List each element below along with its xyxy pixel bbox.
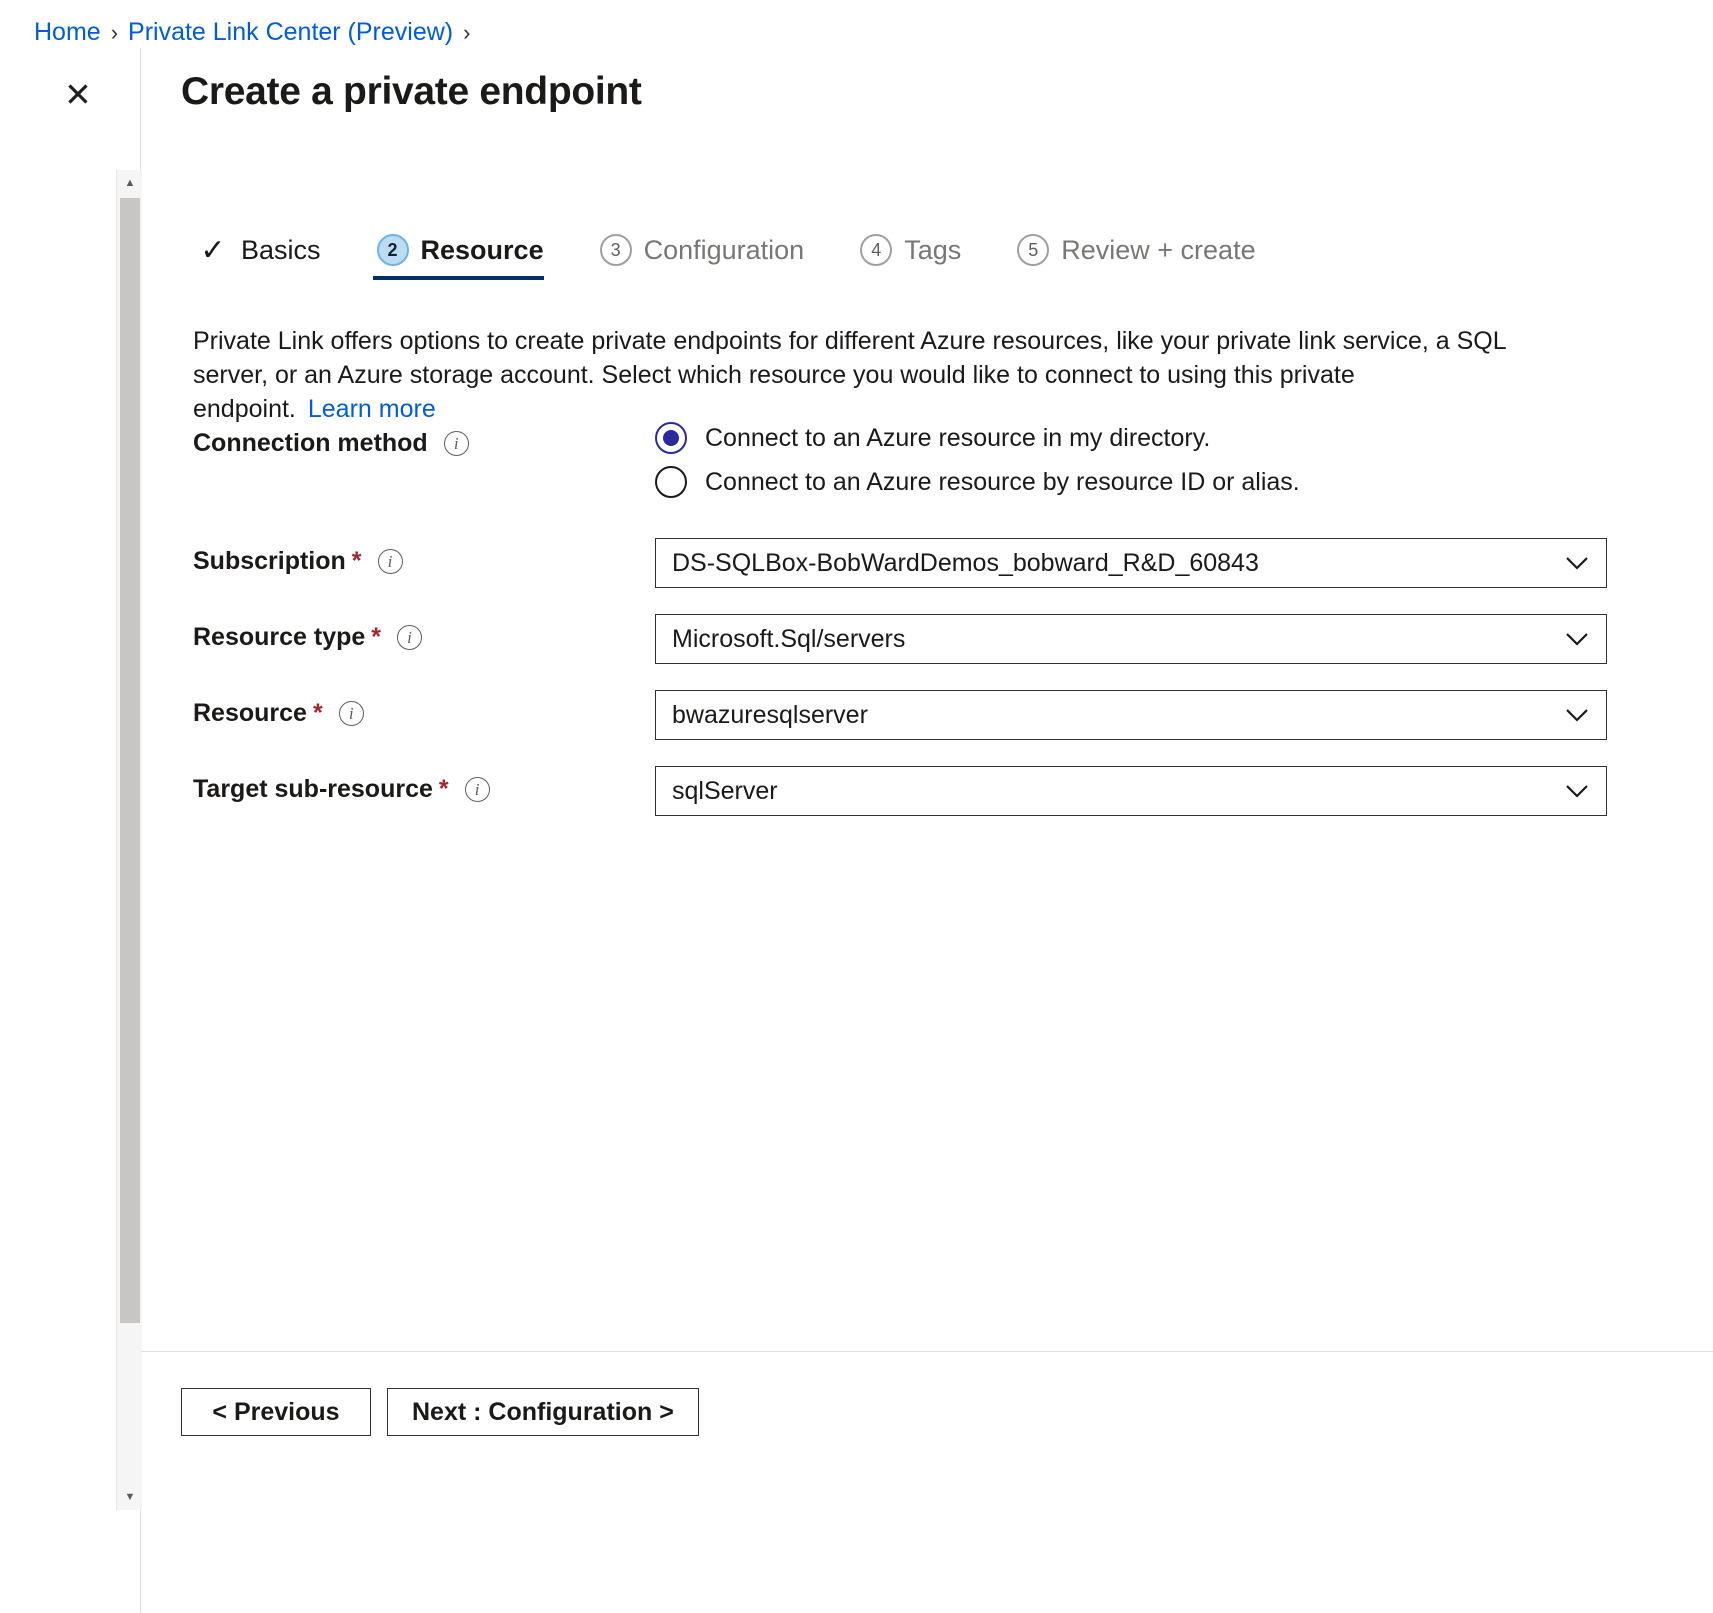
breadcrumb-item-private-link-center[interactable]: Private Link Center (Preview)	[128, 18, 453, 47]
resource-type-value: Microsoft.Sql/servers	[672, 624, 906, 653]
target-sub-resource-dropdown[interactable]: sqlServer	[655, 766, 1607, 816]
required-asterisk: *	[438, 775, 449, 803]
resource-form: Connection method i Connect to an Azure …	[193, 420, 1613, 842]
step-number-badge: 2	[376, 234, 409, 266]
radio-option-label: Connect to an Azure resource by resource…	[705, 467, 1300, 496]
resource-value: bwazuresqlserver	[672, 700, 868, 729]
check-icon: ✓	[200, 233, 226, 267]
tab-label: Configuration	[643, 234, 805, 265]
target-sub-resource-row: Target sub-resource * i sqlServer	[193, 766, 1613, 816]
radio-option-label: Connect to an Azure resource in my direc…	[705, 423, 1211, 452]
scroll-down-arrow-icon[interactable]: ▼	[117, 1484, 143, 1510]
resource-type-row: Resource type * i Microsoft.Sql/servers	[193, 614, 1613, 664]
subscription-label: Subscription * i	[193, 538, 655, 576]
target-sub-resource-value: sqlServer	[672, 776, 778, 805]
info-icon[interactable]: i	[338, 701, 364, 726]
radio-option-resource-id[interactable]: Connect to an Azure resource by resource…	[655, 466, 1300, 498]
connection-method-radio-group: Connect to an Azure resource in my direc…	[655, 420, 1300, 498]
tab-label: Tags	[904, 234, 962, 265]
info-icon[interactable]: i	[377, 549, 403, 574]
resource-label: Resource * i	[193, 690, 655, 728]
breadcrumb-separator-icon: ›	[110, 19, 119, 45]
tab-resource[interactable]: 2 Resource	[372, 226, 566, 284]
step-number-badge: 4	[860, 234, 893, 266]
resource-type-label: Resource type * i	[193, 614, 655, 652]
radio-unselected-icon	[655, 466, 687, 498]
blade-footer: < Previous Next : Configuration >	[181, 1388, 699, 1436]
wizard-tabs: ✓ Basics 2 Resource 3 Configuration 4 Ta…	[193, 226, 1278, 284]
connection-method-row: Connection method i Connect to an Azure …	[193, 420, 1613, 498]
connection-method-label: Connection method i	[193, 420, 655, 458]
target-sub-resource-label: Target sub-resource * i	[193, 766, 655, 804]
next-configuration-button[interactable]: Next : Configuration >	[387, 1388, 699, 1436]
step-number-badge: 3	[599, 234, 632, 266]
scrollbar-thumb[interactable]	[120, 198, 140, 1323]
previous-button[interactable]: < Previous	[181, 1388, 371, 1436]
breadcrumb-separator-icon: ›	[463, 19, 471, 45]
chevron-down-icon	[1564, 550, 1590, 576]
resource-type-dropdown[interactable]: Microsoft.Sql/servers	[655, 614, 1607, 664]
tab-label: Resource	[420, 234, 544, 265]
blade-scrollbar[interactable]: ▲ ▼	[116, 170, 142, 1510]
page-title: Create a private endpoint	[181, 70, 642, 113]
subscription-dropdown[interactable]: DS-SQLBox-BobWardDemos_bobward_R&D_60843	[655, 538, 1607, 588]
create-private-endpoint-blade: Create a private endpoint ▲ ▼ ✓ Basics 2…	[116, 48, 1713, 1613]
learn-more-link[interactable]: Learn more	[308, 395, 436, 423]
tab-basics[interactable]: ✓ Basics	[193, 226, 343, 284]
scroll-up-arrow-icon[interactable]: ▲	[117, 170, 143, 196]
subscription-row: Subscription * i DS-SQLBox-BobWardDemos_…	[193, 538, 1613, 588]
chevron-down-icon	[1564, 702, 1590, 728]
footer-divider	[141, 1351, 1713, 1352]
tab-review-create[interactable]: 5 Review + create	[1013, 226, 1277, 284]
blade-description: Private Link offers options to create pr…	[193, 324, 1523, 426]
breadcrumb: Home › Private Link Center (Preview) ›	[34, 18, 470, 47]
required-asterisk: *	[351, 547, 362, 575]
info-icon[interactable]: i	[397, 625, 423, 650]
tab-label: Basics	[241, 234, 321, 265]
step-number-badge: 5	[1017, 234, 1050, 266]
radio-selected-icon	[655, 422, 687, 454]
chevron-down-icon	[1564, 778, 1590, 804]
info-icon[interactable]: i	[443, 431, 469, 456]
resource-dropdown[interactable]: bwazuresqlserver	[655, 690, 1607, 740]
subscription-value: DS-SQLBox-BobWardDemos_bobward_R&D_60843	[672, 548, 1259, 577]
radio-option-directory[interactable]: Connect to an Azure resource in my direc…	[655, 422, 1300, 454]
tab-configuration[interactable]: 3 Configuration	[596, 226, 827, 284]
tab-label: Review + create	[1061, 234, 1256, 265]
required-asterisk: *	[371, 623, 382, 651]
info-icon[interactable]: i	[464, 777, 490, 802]
tab-tags[interactable]: 4 Tags	[856, 226, 983, 284]
resource-row: Resource * i bwazuresqlserver	[193, 690, 1613, 740]
close-icon[interactable]: ✕	[56, 72, 100, 116]
chevron-down-icon	[1564, 626, 1590, 652]
required-asterisk: *	[312, 699, 323, 727]
breadcrumb-item-home[interactable]: Home	[34, 18, 101, 47]
